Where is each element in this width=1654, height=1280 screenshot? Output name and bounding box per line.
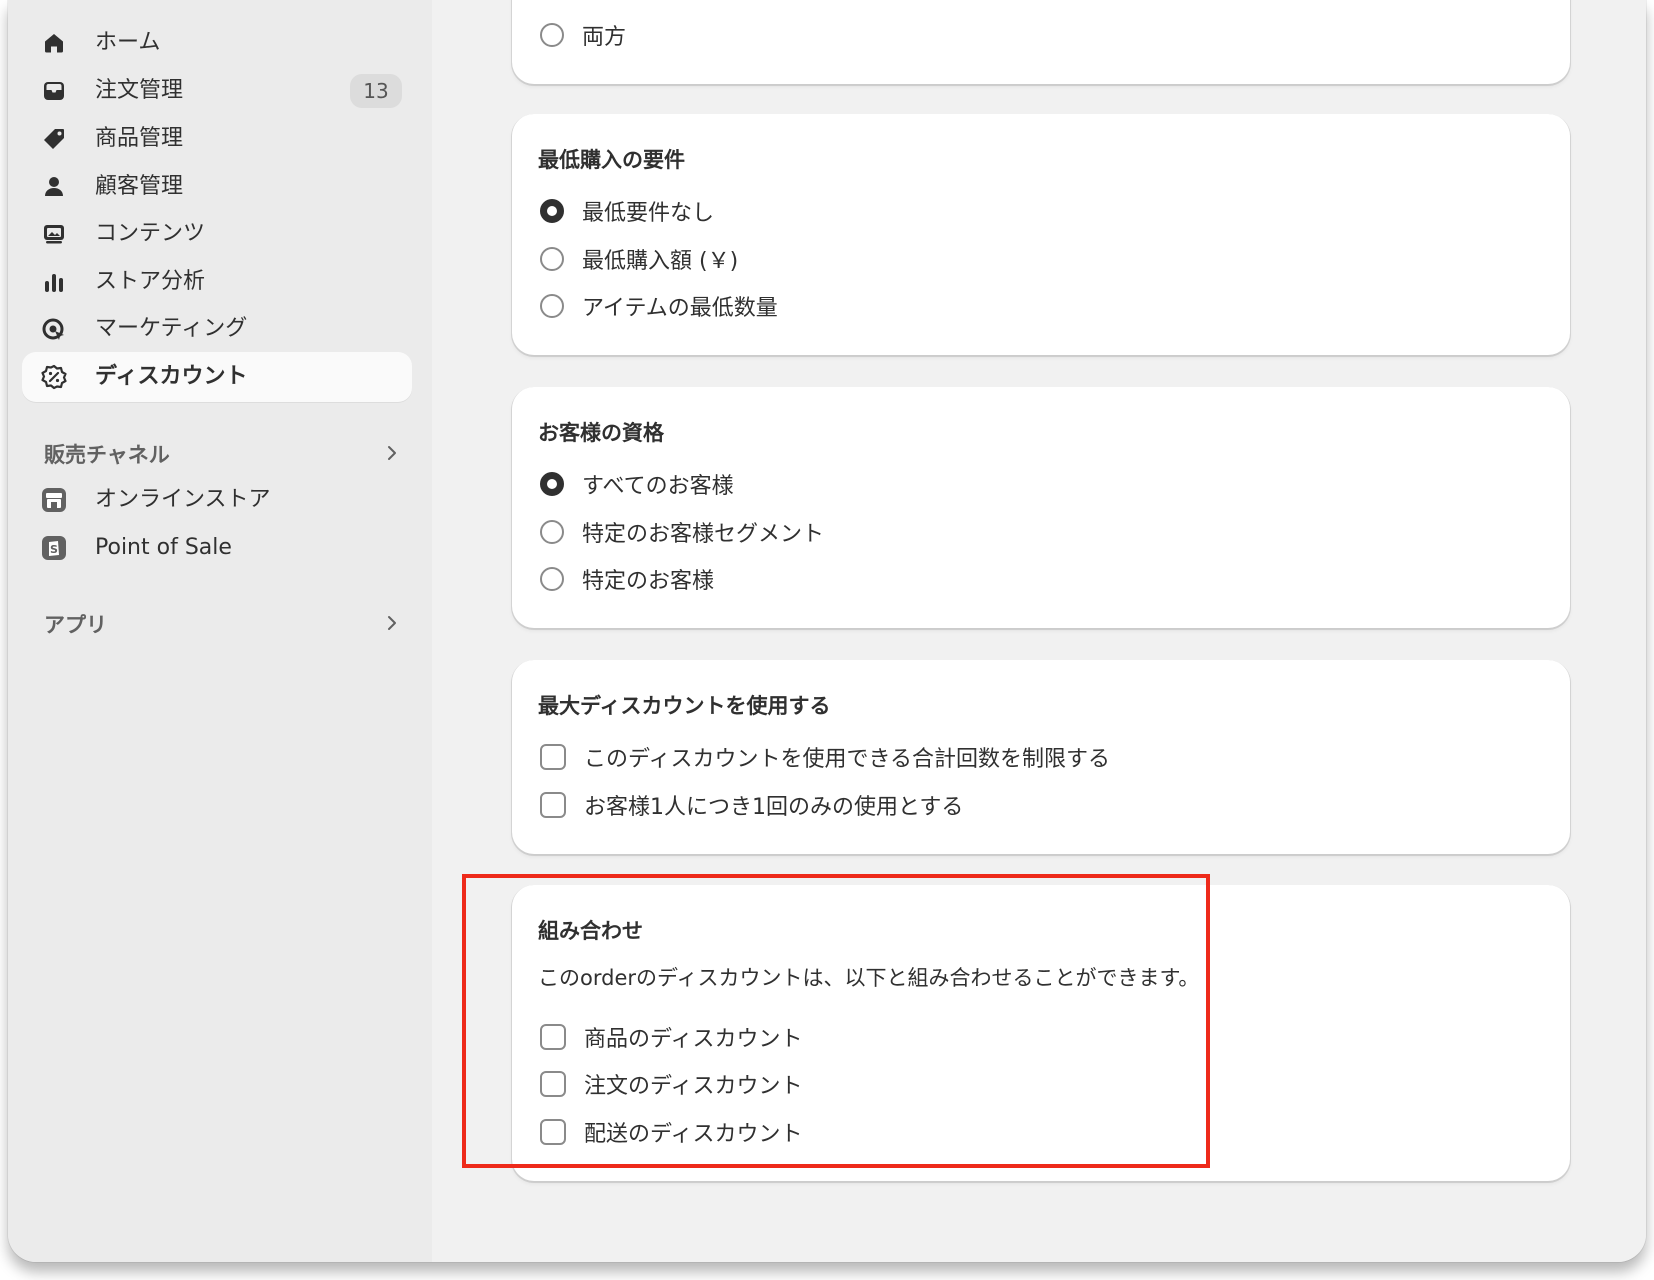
app-window: ホーム 注文管理 13 商品管理 顧客管理 コンテンツ ストア分析 マーケティン… (8, 0, 1646, 1262)
minimum-requirements-card: 最低購入の要件 最低要件なし 最低購入額 (￥) アイテムの最低数量 (512, 114, 1570, 355)
checkbox-option-order-discounts[interactable]: 注文のディスカウント (540, 1069, 802, 1099)
checkbox[interactable] (540, 1071, 566, 1097)
sidebar-item-label: Point of Sale (95, 535, 232, 560)
marketing-icon (40, 315, 68, 343)
checkbox-label: お客様1人につき1回のみの使用とする (584, 795, 964, 820)
checkbox-option-limit-total[interactable]: このディスカウントを使用できる合計回数を制限する (540, 742, 1110, 772)
card-title: 最大ディスカウントを使用する (538, 694, 831, 718)
radio-button[interactable] (540, 567, 564, 591)
analytics-icon (40, 268, 68, 296)
checkbox-label: 配送のディスカウント (584, 1122, 803, 1147)
sidebar-item-label: ディスカウント (95, 364, 248, 389)
radio-button-selected[interactable] (540, 199, 564, 223)
radio-option-minimum-amount[interactable]: 最低購入額 (￥) (540, 244, 738, 274)
radio-label: アイテムの最低数量 (582, 296, 778, 321)
combinations-card: 組み合わせ このorderのディスカウントは、以下と組み合わせることができます。… (512, 885, 1570, 1181)
section-heading-label: 販売チャネル (44, 443, 170, 467)
checkbox[interactable] (540, 1024, 566, 1050)
customer-eligibility-card: お客様の資格 すべてのお客様 特定のお客様セグメント 特定のお客様 (512, 387, 1570, 628)
svg-text:S: S (50, 543, 58, 556)
sales-channels-heading[interactable]: 販売チャネル (36, 436, 412, 470)
sidebar-item-customers[interactable]: 顧客管理 (22, 162, 412, 212)
radio-label: 最低購入額 (￥) (582, 249, 739, 274)
sidebar-item-point-of-sale[interactable]: S Point of Sale (22, 523, 412, 573)
sidebar-item-orders[interactable]: 注文管理 13 (22, 66, 412, 116)
card-title: 組み合わせ (538, 919, 643, 943)
checkbox-option-one-per-customer[interactable]: お客様1人につき1回のみの使用とする (540, 790, 963, 820)
card-title: お客様の資格 (538, 421, 664, 445)
radio-label: 両方 (582, 25, 627, 50)
content-icon (40, 220, 68, 248)
sidebar-item-label: ホーム (95, 30, 161, 55)
card-description: このorderのディスカウントは、以下と組み合わせることができます。 (538, 966, 1200, 990)
checkbox[interactable] (540, 792, 566, 818)
radio-button[interactable] (540, 23, 564, 47)
chevron-right-icon (382, 613, 402, 633)
radio-button[interactable] (540, 520, 564, 544)
main-content: 両方 最低購入の要件 最低要件なし 最低購入額 (￥) アイテムの最低数量 お客… (432, 0, 1646, 1262)
checkbox-option-product-discounts[interactable]: 商品のディスカウント (540, 1022, 802, 1052)
discount-icon (40, 363, 68, 391)
checkbox-label: 注文のディスカウント (584, 1074, 803, 1099)
sidebar-item-label: オンラインストア (95, 487, 271, 512)
radio-button[interactable] (540, 247, 564, 271)
checkbox-option-shipping-discounts[interactable]: 配送のディスカウント (540, 1117, 802, 1147)
tag-icon (40, 125, 68, 153)
applies-to-card: 両方 (512, 0, 1570, 84)
home-icon (40, 29, 68, 57)
sidebar-item-label: コンテンツ (95, 221, 206, 246)
sidebar-item-content[interactable]: コンテンツ (22, 209, 412, 259)
maximum-uses-card: 最大ディスカウントを使用する このディスカウントを使用できる合計回数を制限する … (512, 660, 1570, 854)
checkbox-label: 商品のディスカウント (584, 1027, 803, 1052)
person-icon (40, 173, 68, 201)
radio-option-all-customers[interactable]: すべてのお客様 (540, 469, 734, 499)
sidebar-item-marketing[interactable]: マーケティング (22, 304, 412, 354)
sidebar-item-online-store[interactable]: オンラインストア (22, 475, 412, 525)
chevron-right-icon (382, 443, 402, 463)
store-icon (40, 486, 68, 514)
radio-option-customer-segments[interactable]: 特定のお客様セグメント (540, 517, 824, 547)
sidebar-item-home[interactable]: ホーム (22, 18, 412, 68)
sidebar-item-label: 注文管理 (95, 78, 184, 103)
sidebar-item-products[interactable]: 商品管理 (22, 114, 412, 164)
checkbox[interactable] (540, 1119, 566, 1145)
radio-option-specific-customers[interactable]: 特定のお客様 (540, 564, 714, 594)
radio-label: 最低要件なし (582, 201, 715, 226)
sidebar-item-label: 顧客管理 (95, 174, 184, 199)
sidebar-item-discounts[interactable]: ディスカウント (22, 352, 412, 402)
sidebar-item-label: マーケティング (95, 316, 248, 341)
radio-label: 特定のお客様 (582, 569, 715, 594)
radio-option-no-minimum[interactable]: 最低要件なし (540, 196, 714, 226)
sidebar-item-label: ストア分析 (95, 269, 206, 294)
sidebar-item-analytics[interactable]: ストア分析 (22, 257, 412, 307)
sidebar-item-label: 商品管理 (95, 126, 184, 151)
inbox-icon (40, 77, 68, 105)
sidebar: ホーム 注文管理 13 商品管理 顧客管理 コンテンツ ストア分析 マーケティン… (8, 0, 432, 1262)
orders-count-badge: 13 (350, 74, 402, 108)
radio-option-both[interactable] (540, 0, 564, 19)
radio-label: 特定のお客様セグメント (582, 522, 825, 547)
pos-icon: S (40, 534, 68, 562)
radio-button-selected[interactable] (540, 472, 564, 496)
radio-label: すべてのお客様 (582, 474, 734, 499)
checkbox[interactable] (540, 744, 566, 770)
radio-option-minimum-quantity[interactable]: アイテムの最低数量 (540, 291, 778, 321)
radio-button[interactable] (540, 294, 564, 318)
section-heading-label: アプリ (44, 613, 107, 637)
checkbox-label: このディスカウントを使用できる合計回数を制限する (584, 747, 1111, 772)
radio-option-both[interactable]: 両方 (540, 20, 626, 50)
card-title: 最低購入の要件 (538, 148, 685, 172)
apps-heading[interactable]: アプリ (36, 606, 412, 640)
